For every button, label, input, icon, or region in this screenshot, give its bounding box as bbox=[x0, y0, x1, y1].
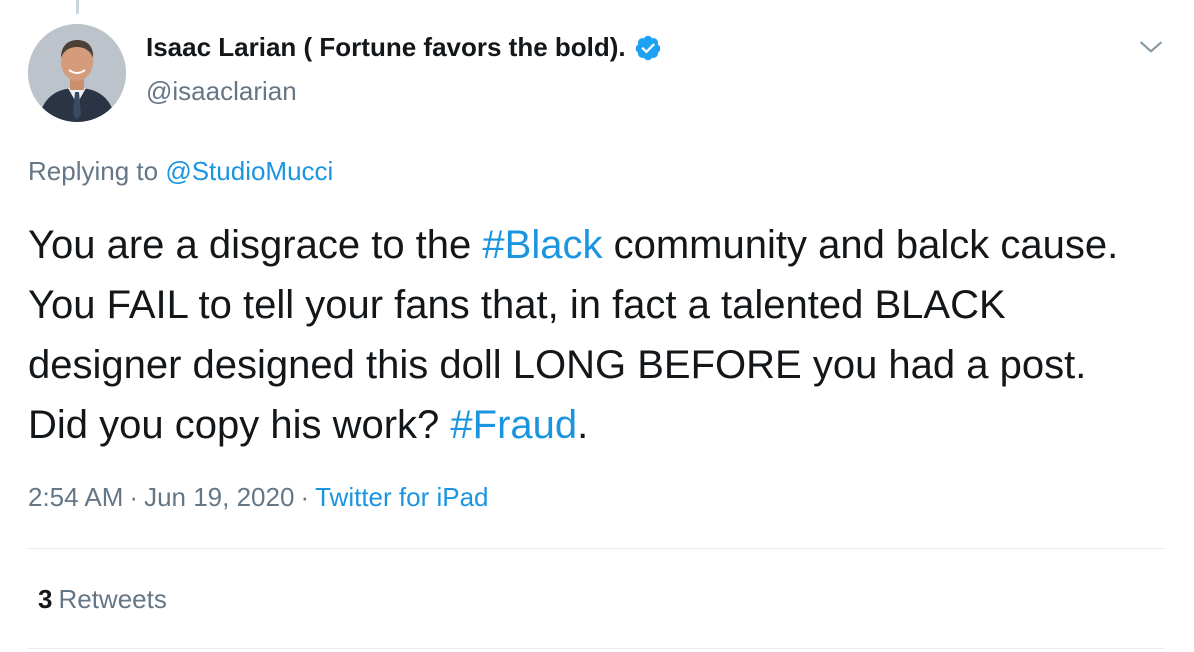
tweet-meta-row: 2:54 AM · Jun 19, 2020 · Twitter for iPad bbox=[28, 482, 489, 513]
author-display-name[interactable]: Isaac Larian ( Fortune favors the bold). bbox=[146, 32, 626, 63]
avatar[interactable] bbox=[28, 24, 126, 122]
chevron-down-icon[interactable] bbox=[1138, 34, 1164, 60]
thread-connector-line bbox=[76, 0, 79, 14]
author-handle[interactable]: @isaaclarian bbox=[146, 76, 297, 107]
hashtag-link-black[interactable]: #Black bbox=[482, 223, 602, 267]
author-name-row[interactable]: Isaac Larian ( Fortune favors the bold). bbox=[146, 32, 662, 63]
hashtag-link-fraud[interactable]: #Fraud bbox=[450, 403, 577, 447]
meta-separator: · bbox=[129, 482, 139, 512]
retweets-label: Retweets bbox=[58, 584, 167, 614]
tweet-text: You are a disgrace to the #Black communi… bbox=[28, 215, 1148, 455]
replying-to-handle-link[interactable]: @StudioMucci bbox=[165, 156, 333, 186]
replying-to-line: Replying to @StudioMucci bbox=[28, 156, 333, 187]
tweet-text-segment: . bbox=[577, 403, 589, 447]
verified-badge-icon bbox=[634, 34, 662, 62]
retweets-count: 3 bbox=[38, 584, 53, 614]
divider bbox=[28, 648, 1164, 649]
tweet-source-link[interactable]: Twitter for iPad bbox=[315, 482, 488, 512]
tweet-text-segment: You are a disgrace to the bbox=[28, 223, 483, 267]
tweet-timestamp-time[interactable]: 2:54 AM bbox=[28, 482, 123, 512]
retweets-stat[interactable]: 3 Retweets bbox=[38, 584, 167, 615]
divider bbox=[28, 548, 1164, 549]
tweet-timestamp-date[interactable]: Jun 19, 2020 bbox=[144, 482, 294, 512]
avatar-photo bbox=[28, 24, 126, 122]
meta-separator: · bbox=[300, 482, 310, 512]
replying-to-prefix: Replying to bbox=[28, 156, 159, 186]
